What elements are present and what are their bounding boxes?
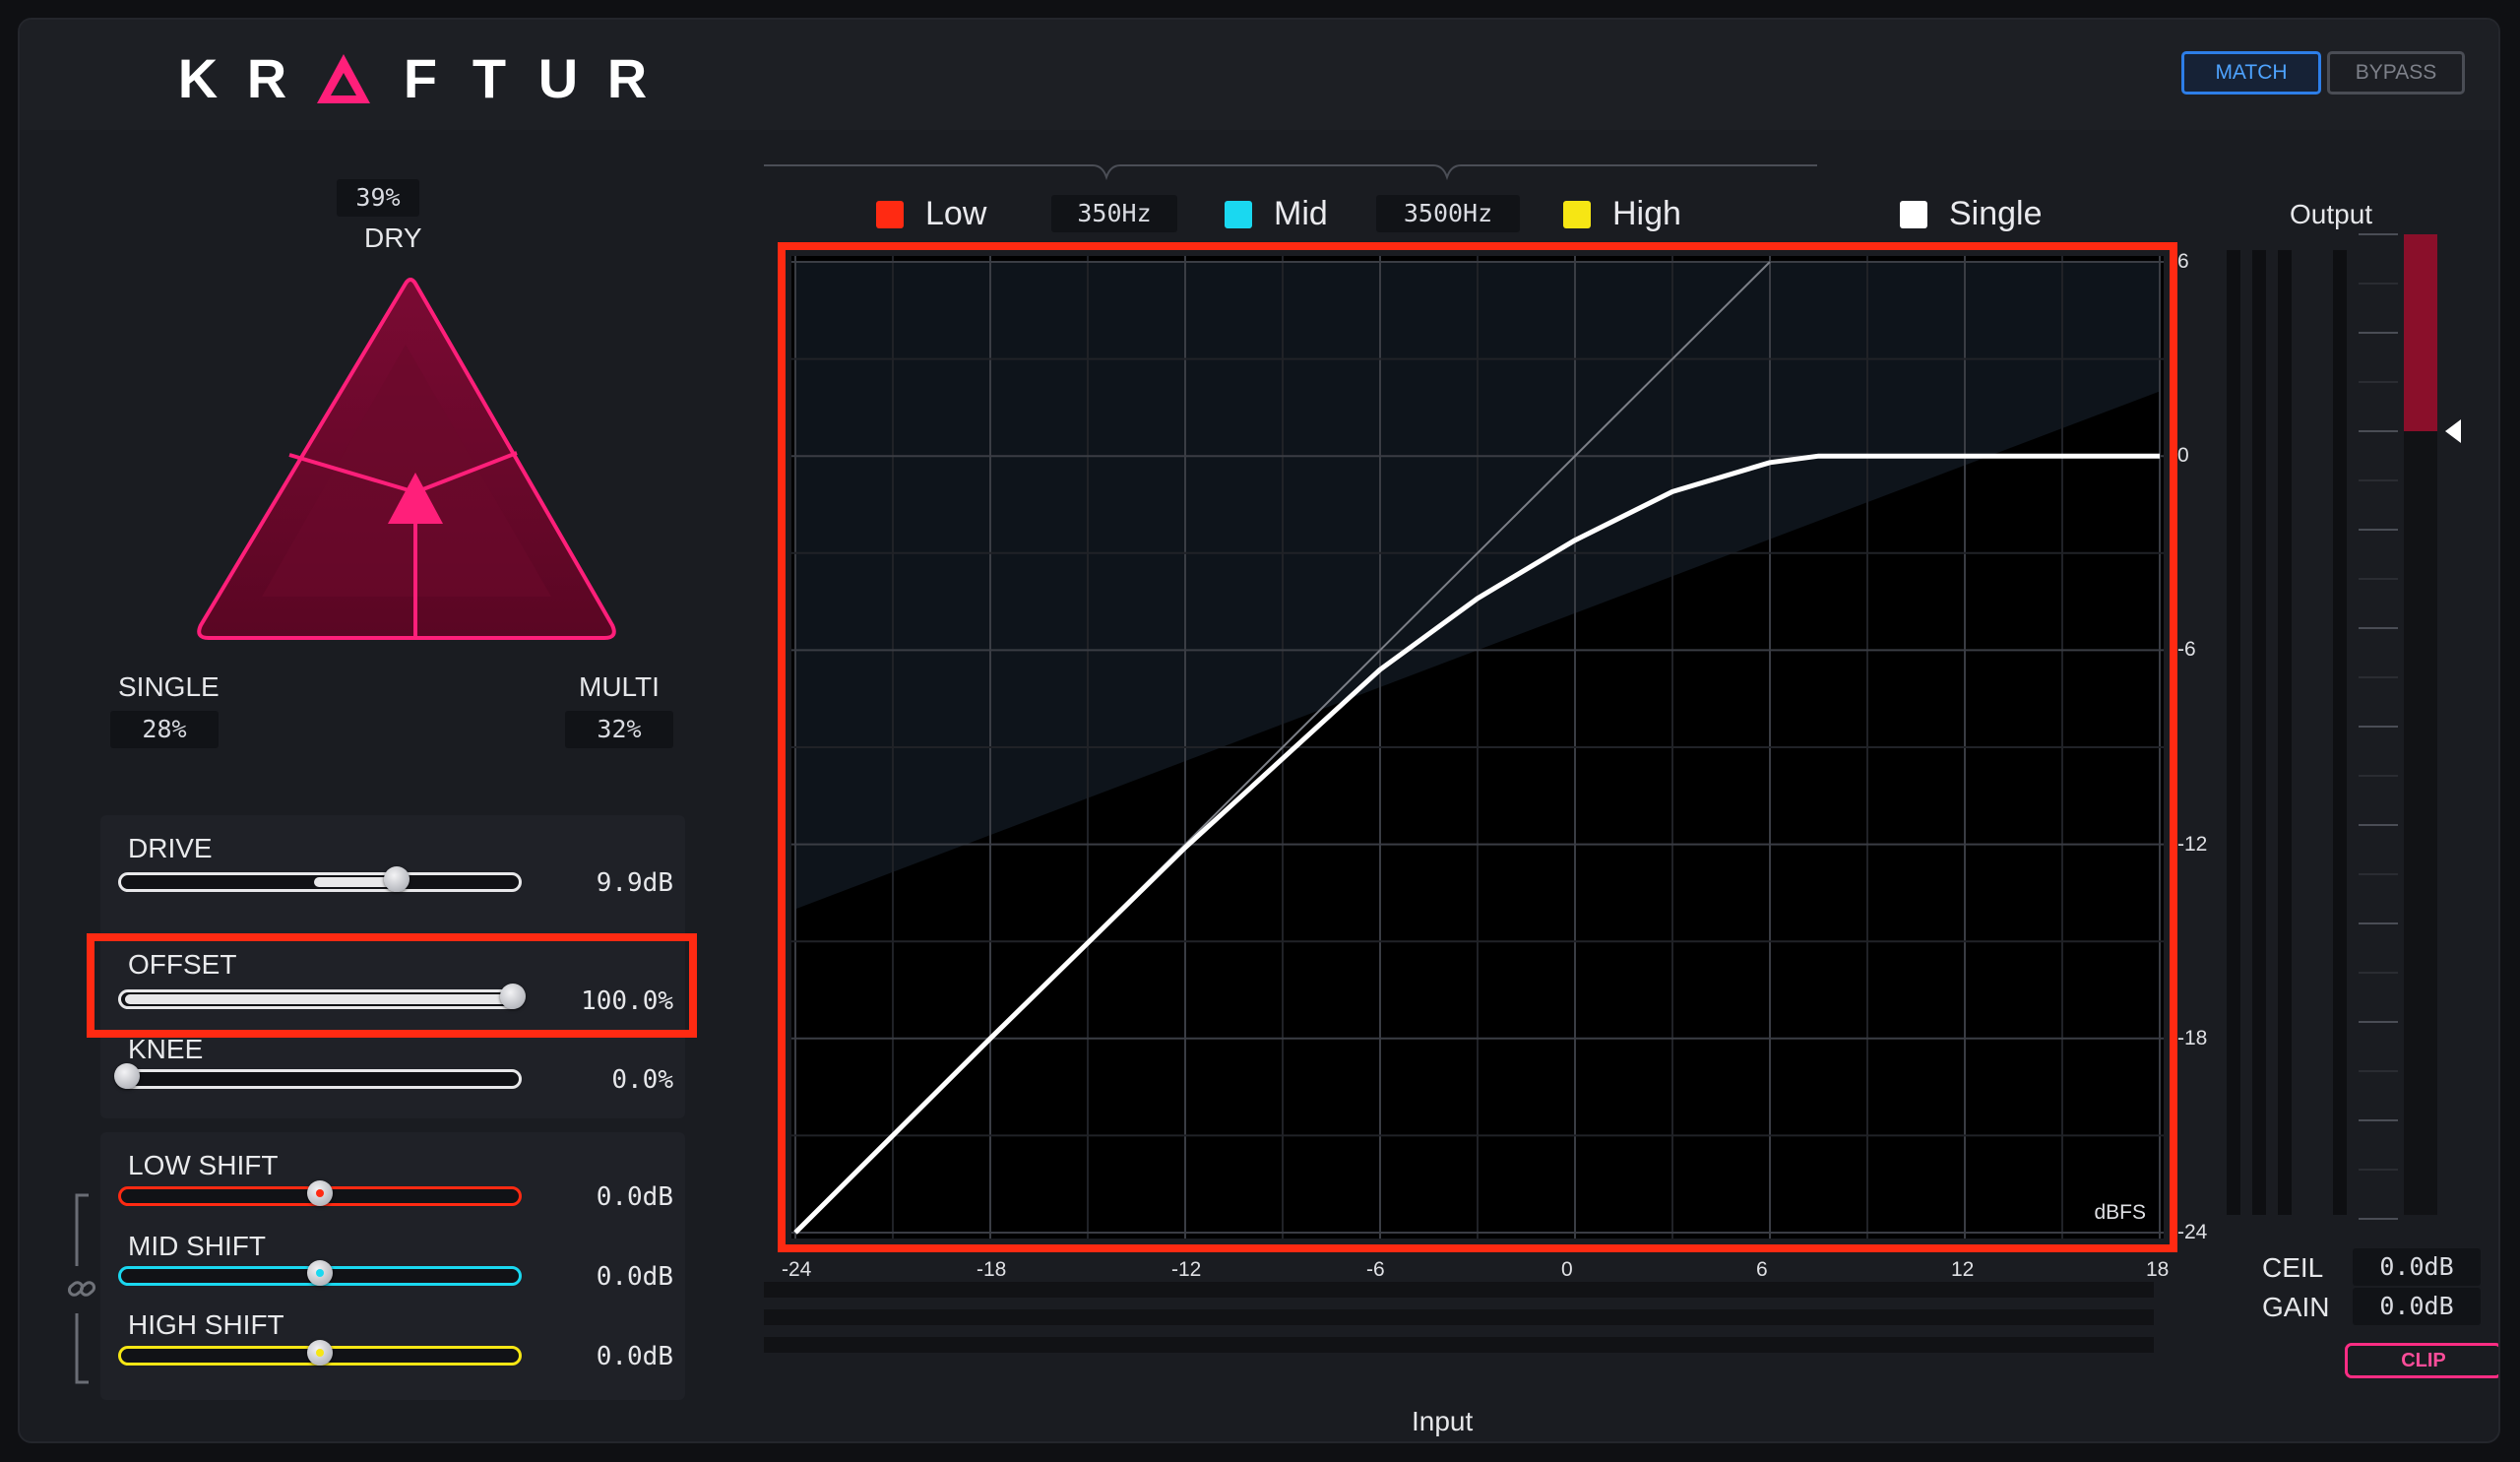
band-low[interactable]: Low (876, 195, 986, 233)
header-bar: K R F T U R MATCH BYPASS (20, 20, 2498, 130)
x-tick-label: -24 (782, 1258, 812, 1281)
single-swatch-icon (1900, 200, 1927, 228)
low-swatch-icon (876, 200, 904, 228)
multi-label: MULTI (579, 671, 660, 702)
krafur-logo: K R F T U R (177, 47, 648, 110)
low-shift-slider[interactable] (118, 1180, 522, 1206)
low-band-label: Low (925, 195, 987, 232)
high-shift-value[interactable]: 0.0dB (551, 1342, 673, 1371)
gain-label: GAIN (2262, 1292, 2330, 1322)
low-shift-knob[interactable] (307, 1180, 333, 1206)
mid-shift-knob[interactable] (307, 1260, 333, 1286)
band-high[interactable]: High (1563, 195, 1681, 233)
low-shift-value[interactable]: 0.0dB (551, 1182, 673, 1212)
output-meter-bar (2278, 250, 2292, 1215)
offset-fill (125, 994, 511, 1004)
x-tick-label: -18 (976, 1258, 1007, 1281)
knee-knob[interactable] (114, 1063, 140, 1089)
logo-letter: K (177, 47, 219, 109)
y-tick-label: -12 (2177, 832, 2208, 856)
transfer-curve-graph[interactable]: dBFS (791, 256, 2164, 1239)
crossover-bracket (764, 164, 1817, 181)
plugin-window: K R F T U R MATCH BYPASS 39% DRY SINGLE … (18, 18, 2500, 1443)
logo-triangle-icon (317, 54, 370, 103)
logo-letter: R (606, 47, 648, 109)
output-meter-bar (2252, 250, 2266, 1215)
dry-value[interactable]: 39% (337, 179, 419, 217)
y-tick-label: -6 (2177, 638, 2196, 662)
mid-shift-value[interactable]: 0.0dB (551, 1262, 673, 1292)
input-meter-bar (764, 1309, 2154, 1325)
high-shift-knob[interactable] (307, 1340, 333, 1366)
input-meter (764, 1282, 2154, 1365)
input-label: Input (1412, 1406, 1474, 1436)
drive-slider[interactable] (118, 866, 522, 892)
y-tick-label: 0 (2177, 444, 2189, 468)
single-label: SINGLE (118, 671, 220, 702)
drive-knob[interactable] (384, 866, 410, 892)
mix-triangle[interactable] (177, 266, 640, 660)
ceil-value[interactable]: 0.0dB (2353, 1248, 2481, 1286)
clip-button[interactable]: CLIP (2345, 1343, 2498, 1378)
offset-knob[interactable] (500, 984, 526, 1009)
x-tick-label: 6 (1756, 1258, 1768, 1281)
unit-label: dBFS (2094, 1201, 2146, 1224)
drive-value[interactable]: 9.9dB (551, 868, 673, 898)
output-meter-bar (2333, 250, 2347, 1215)
output-meter[interactable] (2227, 230, 2463, 1225)
mid-shift-slider[interactable] (118, 1260, 522, 1286)
high-shift-label: HIGH SHIFT (128, 1309, 284, 1340)
ceiling-fill (2404, 234, 2437, 431)
mid-shift-label: MID SHIFT (128, 1231, 266, 1261)
offset-value[interactable]: 100.0% (532, 986, 673, 1016)
x-tick-label: -6 (1366, 1258, 1385, 1281)
logo-letter: R (246, 47, 287, 109)
y-tick-label: -18 (2177, 1026, 2208, 1049)
mid-band-label: Mid (1274, 195, 1328, 232)
x-tick-label: 12 (1951, 1258, 1975, 1281)
offset-slider[interactable] (118, 984, 526, 1009)
band-mid[interactable]: Mid (1225, 195, 1328, 233)
y-tick-label: -24 (2177, 1221, 2208, 1243)
link-icon[interactable] (63, 1270, 102, 1309)
high-shift-slider[interactable] (118, 1340, 522, 1366)
ceiling-marker-icon (2445, 419, 2461, 443)
low-shift-label: LOW SHIFT (128, 1150, 279, 1180)
offset-label: OFFSET (128, 949, 237, 980)
knee-value[interactable]: 0.0% (551, 1065, 673, 1095)
gain-value[interactable]: 0.0dB (2353, 1288, 2481, 1325)
curve-svg (791, 256, 2164, 1239)
input-meter-bar (764, 1282, 2154, 1298)
mid-swatch-icon (1225, 200, 1252, 228)
logo-letter: U (537, 47, 579, 109)
drive-label: DRIVE (128, 833, 213, 863)
match-button[interactable]: MATCH (2181, 51, 2321, 95)
x-tick-label: 0 (1561, 1258, 1573, 1281)
x-tick-label: -12 (1171, 1258, 1202, 1281)
knee-slider[interactable] (114, 1063, 522, 1089)
single-value[interactable]: 28% (110, 711, 219, 748)
x-tick-label: 18 (2146, 1258, 2170, 1281)
y-tick-label: 6 (2177, 250, 2189, 273)
high-band-label: High (1612, 195, 1681, 232)
band-single[interactable]: Single (1900, 195, 2043, 233)
logo-letter: F (403, 47, 438, 109)
knee-label: KNEE (128, 1034, 204, 1064)
input-meter-bar (764, 1337, 2154, 1353)
ceil-label: CEIL (2262, 1252, 2324, 1283)
logo-letter: T (472, 47, 507, 109)
output-title: Output (2290, 199, 2373, 229)
high-swatch-icon (1563, 200, 1591, 228)
output-meter-bar (2227, 250, 2240, 1215)
crossover-1-value[interactable]: 350Hz (1051, 195, 1177, 232)
multi-value[interactable]: 32% (565, 711, 673, 748)
bypass-button[interactable]: BYPASS (2327, 51, 2465, 95)
crossover-2-value[interactable]: 3500Hz (1376, 195, 1520, 232)
single-band-label: Single (1949, 195, 2043, 232)
dry-label: DRY (364, 222, 422, 253)
